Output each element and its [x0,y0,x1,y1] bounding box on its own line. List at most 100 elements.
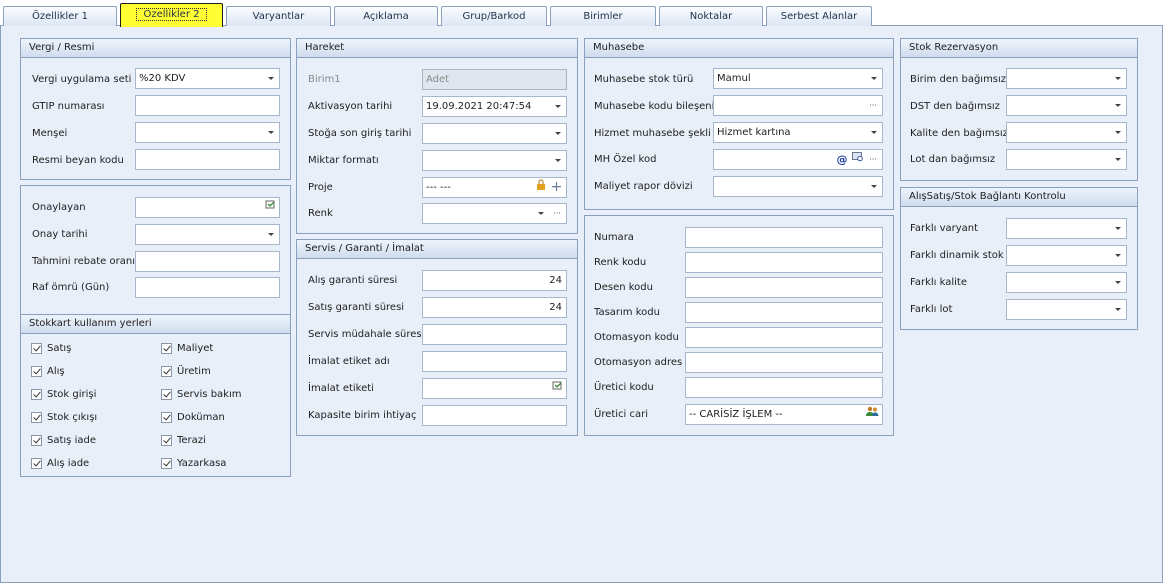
mudahale-input[interactable] [422,324,567,345]
kapasite-input[interactable] [422,405,567,426]
raf-omru-label: Raf ömrü (Gün) [32,282,110,293]
chevron-down-icon[interactable] [869,177,879,196]
chevron-down-icon[interactable] [266,123,276,142]
ellipsis-icon[interactable]: ··· [867,96,879,115]
chevron-down-icon[interactable] [1113,300,1123,319]
chevron-down-icon[interactable] [1113,219,1123,238]
tab-birimler[interactable]: Birimler [550,6,656,26]
desen-input[interactable] [685,277,883,298]
resmi-beyan-input[interactable] [135,149,280,170]
tab-ozellikler-2[interactable]: Özellikler 2 [120,3,223,27]
etiket-adi-label: İmalat etiket adı [308,356,390,367]
tab-aciklama[interactable]: Açıklama [334,6,438,26]
tab-noktalar[interactable]: Noktalar [659,6,763,26]
chevron-down-icon[interactable] [536,204,546,223]
chevron-down-icon[interactable] [553,151,563,170]
onaylayan-input[interactable] [135,197,280,218]
raf-omru-input[interactable] [135,277,280,298]
satis-garanti-input[interactable]: 24 [422,297,567,318]
mensei-select[interactable] [135,122,280,143]
gtip-input[interactable] [135,95,280,116]
farkli-dinamik-select[interactable] [1006,245,1127,266]
chevron-down-icon[interactable] [1113,273,1123,292]
checkbox-label: Doküman [177,412,225,423]
hizmet-select[interactable]: Hizmet kartına [713,122,883,143]
tab-grup-barkod[interactable]: Grup/Barkod [441,6,547,26]
mh-ozel-kod-input[interactable]: @ ··· [713,149,883,170]
farkli-varyant-select[interactable] [1006,218,1127,239]
chevron-down-icon[interactable] [553,97,563,116]
renk-select[interactable]: ··· [422,203,567,224]
tab-varyantlar[interactable]: Varyantlar [226,6,331,26]
chevron-down-icon[interactable] [1113,246,1123,265]
rebate-input[interactable] [135,251,280,272]
birim-input: Adet [422,69,567,90]
proje-input[interactable]: --- --- + [422,177,567,198]
checkbox-label: Terazi [177,435,206,446]
chevron-down-icon[interactable] [869,123,879,142]
checkbox-stok-cikisi[interactable] [31,412,42,423]
stok-turu-select[interactable]: Mamul [713,68,883,89]
checkbox-stok-girisi[interactable] [31,389,42,400]
uretici-kodu-input[interactable] [685,377,883,398]
chevron-down-icon[interactable] [1113,150,1123,169]
numara-input[interactable] [685,227,883,248]
ellipsis-icon[interactable]: ··· [867,150,879,169]
gtip-label: GTIP numarası [32,101,105,112]
uretici-cari-input[interactable]: -- CARİSİZ İŞLEM -- [685,404,883,425]
renk-kodu-input[interactable] [685,252,883,273]
view-icon[interactable] [851,150,864,169]
checkbox-satis[interactable] [31,343,42,354]
stok-rezervasyon-panel: Stok Rezervasyon Birim den bağımsız DST … [900,38,1138,181]
dst-bagimsiz-select[interactable] [1006,95,1127,116]
checkbox-alis[interactable] [31,366,42,377]
users-icon[interactable] [865,405,879,424]
at-icon[interactable]: @ [836,150,848,169]
checkbox-terazi[interactable] [161,435,172,446]
etiket-input[interactable] [422,378,567,399]
aktivasyon-select[interactable]: 19.09.2021 20:47:54 [422,96,567,117]
chevron-down-icon[interactable] [266,69,276,88]
kodlar-panel: Numara Renk kodu Desen kodu Tasarım kodu… [584,215,894,436]
checkbox-servis-bakim[interactable] [161,389,172,400]
tab-serbest-alanlar[interactable]: Serbest Alanlar [766,6,872,26]
son-giris-select[interactable] [422,123,567,144]
chevron-down-icon[interactable] [1113,96,1123,115]
farkli-dinamik-label: Farklı dinamik stok [910,250,1004,261]
onay-tarihi-select[interactable] [135,224,280,245]
add-icon[interactable]: + [550,178,563,197]
vergi-uygulama-select[interactable]: %20 KDV [135,68,280,89]
ellipsis-icon[interactable]: ··· [551,204,563,223]
tasarim-input[interactable] [685,302,883,323]
checkbox-maliyet[interactable] [161,343,172,354]
chevron-down-icon[interactable] [266,225,276,244]
farkli-lot-select[interactable] [1006,299,1127,320]
miktar-select[interactable] [422,150,567,171]
approve-icon[interactable] [551,379,563,398]
checkbox-satis-iade[interactable] [31,435,42,446]
kapasite-label: Kapasite birim ihtiyaç [308,410,417,421]
hizmet-label: Hizmet muhasebe şekli [594,128,711,139]
etiket-adi-input[interactable] [422,351,567,372]
lot-bagimsiz-select[interactable] [1006,149,1127,170]
checkbox-alis-iade[interactable] [31,458,42,469]
otomasyon-kodu-input[interactable] [685,327,883,348]
lock-icon[interactable] [535,178,547,197]
bilesen-input[interactable]: ··· [713,95,883,116]
kalite-bagimsiz-select[interactable] [1006,122,1127,143]
maliyet-doviz-select[interactable] [713,176,883,197]
alis-garanti-input[interactable]: 24 [422,270,567,291]
satis-garanti-label: Satış garanti süresi [308,302,405,313]
farkli-kalite-select[interactable] [1006,272,1127,293]
checkbox-dokuman[interactable] [161,412,172,423]
tab-ozellikler-1[interactable]: Özellikler 1 [3,6,117,26]
chevron-down-icon[interactable] [553,124,563,143]
checkbox-yazarkasa[interactable] [161,458,172,469]
checkbox-uretim[interactable] [161,366,172,377]
chevron-down-icon[interactable] [1113,69,1123,88]
approve-icon[interactable] [264,198,276,217]
otomasyon-adres-input[interactable] [685,352,883,373]
chevron-down-icon[interactable] [1113,123,1123,142]
chevron-down-icon[interactable] [869,69,879,88]
birim-bagimsiz-select[interactable] [1006,68,1127,89]
